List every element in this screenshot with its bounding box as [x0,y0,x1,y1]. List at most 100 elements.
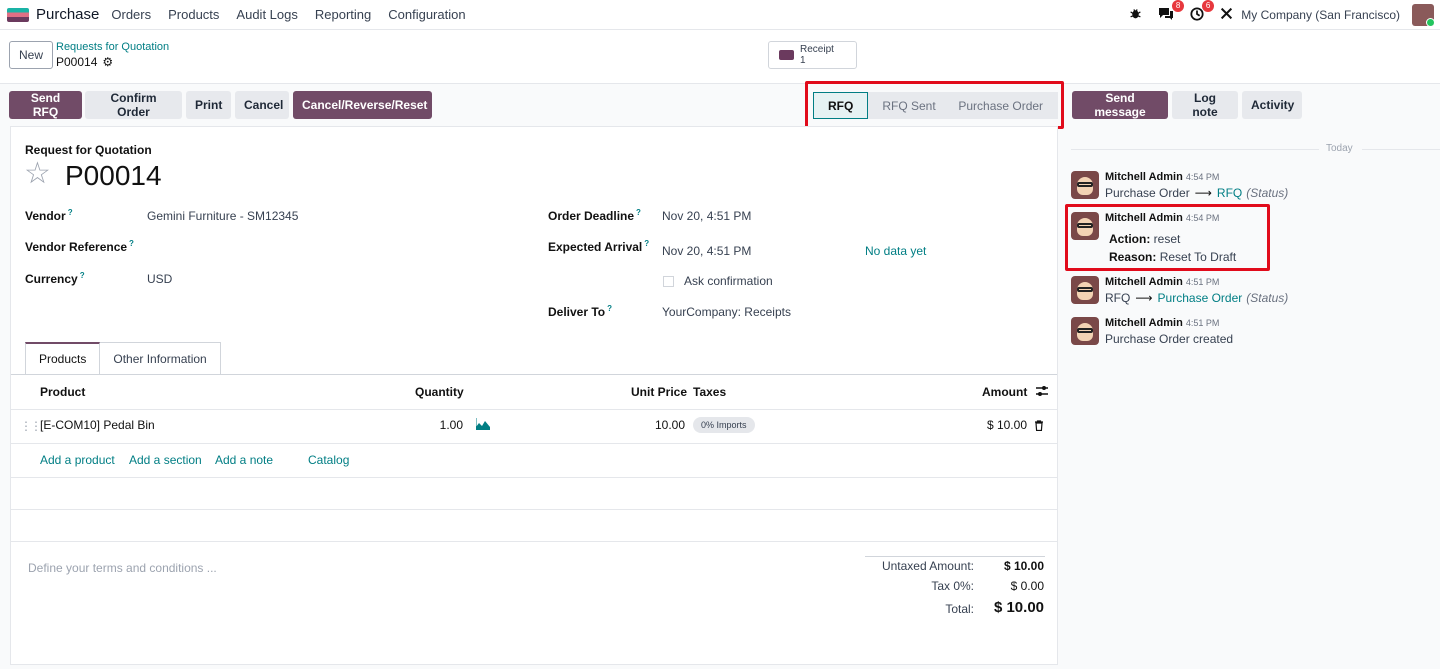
message-author[interactable]: Mitchell Admin [1105,276,1183,288]
totals-divider [865,556,1045,557]
line-unit-price[interactable]: 10.00 [625,418,685,432]
terms-and-conditions-input[interactable]: Define your terms and conditions ... [28,561,217,575]
document-name: P00014 [65,160,162,191]
notebook-tabs: Products Other Information [25,342,221,374]
star-icon[interactable]: ☆ [24,159,51,189]
messages-badge: 8 [1171,0,1185,12]
help-icon: ? [607,304,613,313]
forecast-chart-icon[interactable] [475,418,490,433]
cancel-button[interactable]: Cancel [235,91,289,119]
tax-label: Tax 0%: [931,579,974,593]
stage-rfq[interactable]: RFQ [813,92,869,119]
user-avatar[interactable] [1412,4,1434,26]
print-button[interactable]: Print [186,91,231,119]
author-avatar[interactable] [1071,317,1099,345]
tax-badge[interactable]: 0% Imports [693,417,755,433]
row-divider [11,443,1057,444]
receipt-smart-button[interactable]: Receipt 1 [768,41,857,69]
col-amount[interactable]: Amount [982,385,1027,399]
message-body: RFQ ⟶ Purchase Order (Status) [1105,291,1289,305]
menu-reporting[interactable]: Reporting [315,7,371,22]
row-divider [11,541,1057,542]
message-time: 4:54 PM [1185,213,1220,223]
drag-handle-icon[interactable]: ⋮⋮ [20,419,42,433]
document-type: Request for Quotation [25,143,152,157]
row-divider [11,509,1057,510]
row-divider [11,409,1057,410]
record-breadcrumb: P00014 ⚙ [56,55,113,69]
menu-configuration[interactable]: Configuration [388,7,465,22]
message-body: Purchase Order ⟶ RFQ (Status) [1105,186,1289,200]
log-note-button[interactable]: Log note [1172,91,1238,119]
menu-products[interactable]: Products [168,7,219,22]
ask-confirmation-checkbox[interactable] [663,276,674,287]
catalog-link[interactable]: Catalog [308,453,349,467]
help-icon: ? [644,239,650,248]
column-settings-icon[interactable] [1035,384,1049,401]
message-author[interactable]: Mitchell Admin [1105,317,1183,329]
send-message-button[interactable]: Send message [1072,91,1168,119]
currency-field[interactable]: USD [147,272,172,286]
order-deadline-field[interactable]: Nov 20, 4:51 PM [662,209,751,223]
activity-button[interactable]: Activity [1242,91,1302,119]
menu-audit-logs[interactable]: Audit Logs [236,7,297,22]
date-divider [1071,149,1319,150]
cancel-reverse-reset-button[interactable]: Cancel/Reverse/Reset [293,91,432,119]
debug-bug-icon[interactable] [1129,7,1142,23]
ask-confirmation-label: Ask confirmation [684,274,773,288]
record-name: P00014 [56,55,98,69]
author-avatar[interactable] [1071,276,1099,304]
receipt-label: Receipt [800,44,834,55]
activities-clock-icon[interactable]: 6 [1190,0,1215,24]
tax-value: $ 0.00 [1010,579,1044,593]
add-product-link[interactable]: Add a product [40,453,115,467]
gear-icon[interactable]: ⚙ [102,55,113,69]
activities-badge: 6 [1201,0,1215,12]
stage-rfq-sent[interactable]: RFQ Sent [868,92,948,119]
app-name[interactable]: Purchase [36,6,99,23]
col-unit-price[interactable]: Unit Price [631,385,687,399]
author-avatar[interactable] [1071,212,1099,240]
help-icon: ? [67,208,73,217]
breadcrumb-rfq[interactable]: Requests for Quotation [56,41,169,53]
form-sheet: Request for Quotation ☆ P00014 Vendor? G… [10,126,1058,665]
row-divider [11,477,1057,478]
message-action: Action: reset [1109,232,1181,246]
total-value: $ 10.00 [993,599,1044,616]
receipt-count: 1 [800,55,806,66]
col-taxes[interactable]: Taxes [693,385,726,399]
truck-icon [779,50,794,60]
deliver-to-field[interactable]: YourCompany: Receipts [662,305,791,319]
line-product[interactable]: [E-COM10] Pedal Bin [40,418,155,432]
send-rfq-button[interactable]: Send RFQ [9,91,82,119]
company-switcher[interactable]: My Company (San Francisco) [1241,8,1400,22]
vendor-field[interactable]: Gemini Furniture - SM12345 [147,209,298,223]
no-data-link[interactable]: No data yet [865,244,926,258]
menu-orders[interactable]: Orders [111,7,151,22]
vendor-reference-label: Vendor Reference? [25,239,134,254]
untaxed-amount-label: Untaxed Amount: [881,559,974,573]
new-button[interactable]: New [9,41,53,69]
today-label: Today [1326,143,1353,154]
stage-purchase-order[interactable]: Purchase Order [948,92,1043,119]
order-deadline-label: Order Deadline? [548,208,641,223]
author-avatar[interactable] [1071,171,1099,199]
confirm-order-button[interactable]: Confirm Order [85,91,182,119]
line-quantity[interactable]: 1.00 [415,418,463,432]
help-icon: ? [636,208,641,217]
tab-other-information[interactable]: Other Information [100,342,221,374]
messages-icon[interactable]: 8 [1158,0,1185,24]
tab-products[interactable]: Products [25,342,101,374]
tools-icon[interactable] [1220,7,1233,23]
trash-icon[interactable] [1034,419,1044,434]
message-author[interactable]: Mitchell Admin [1105,171,1183,183]
col-product[interactable]: Product [40,385,85,399]
vendor-label: Vendor? [25,208,73,223]
message-author[interactable]: Mitchell Admin [1105,212,1183,224]
add-section-link[interactable]: Add a section [129,453,202,467]
add-note-link[interactable]: Add a note [215,453,273,467]
expected-arrival-field[interactable]: Nov 20, 4:51 PM [662,244,751,258]
col-quantity[interactable]: Quantity [415,385,464,399]
help-icon: ? [129,239,134,248]
app-icon[interactable] [7,7,29,22]
